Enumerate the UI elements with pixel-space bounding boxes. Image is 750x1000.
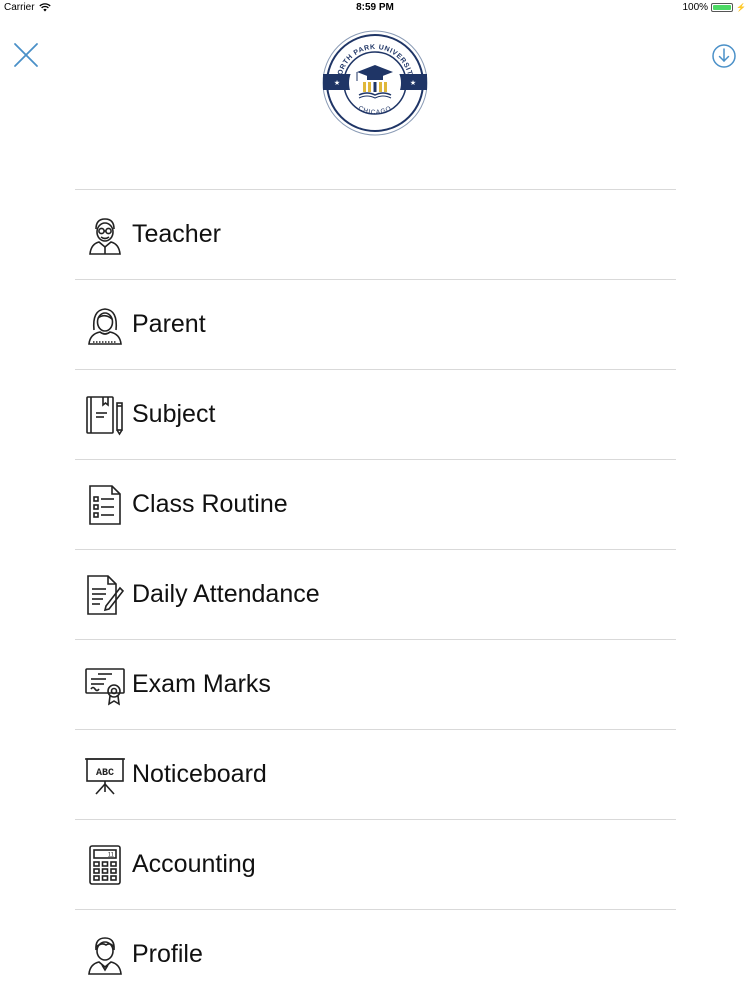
- logo-seal: NORTH PARK UNIVERSITY CHICAGO ★ ★: [322, 30, 428, 136]
- svg-text:★: ★: [410, 79, 416, 87]
- attendance-icon: [84, 574, 126, 616]
- menu-item-subject[interactable]: Subject: [75, 369, 676, 459]
- menu-item-label: Teacher: [132, 220, 221, 248]
- profile-icon: [84, 934, 126, 976]
- menu-item-label: Daily Attendance: [132, 580, 320, 608]
- menu-item-label: Accounting: [132, 850, 256, 878]
- download-icon: [712, 44, 736, 68]
- university-logo: NORTH PARK UNIVERSITY CHICAGO ★ ★: [321, 29, 429, 137]
- book-icon: [84, 394, 126, 436]
- routine-icon: [84, 484, 126, 526]
- menu-item-class-routine[interactable]: Class Routine: [75, 459, 676, 549]
- svg-text:ABC: ABC: [96, 768, 114, 779]
- menu-item-label: Parent: [132, 310, 206, 338]
- certificate-icon: [84, 664, 126, 706]
- parent-icon: [84, 304, 126, 346]
- menu-item-daily-attendance[interactable]: Daily Attendance: [75, 549, 676, 639]
- menu-item-label: Subject: [132, 400, 216, 428]
- menu-item-label: Noticeboard: [132, 760, 267, 788]
- menu-item-accounting[interactable]: 11 Accounting: [75, 819, 676, 909]
- menu-item-parent[interactable]: Parent: [75, 279, 676, 369]
- charging-icon: ⚡: [736, 3, 746, 12]
- battery-icon: [711, 3, 734, 12]
- menu-item-label: Profile: [132, 940, 203, 968]
- noticeboard-icon: ABC: [84, 754, 126, 796]
- menu-item-profile[interactable]: Profile: [75, 909, 676, 999]
- close-icon: [14, 43, 38, 67]
- status-right: 100% ⚡: [682, 2, 746, 13]
- status-bar: Carrier 8:59 PM 100% ⚡: [0, 0, 750, 16]
- menu-item-teacher[interactable]: Teacher: [75, 189, 676, 279]
- download-button[interactable]: [710, 42, 738, 70]
- close-button[interactable]: [12, 41, 40, 69]
- menu-item-noticeboard[interactable]: ABC Noticeboard: [75, 729, 676, 819]
- status-time: 8:59 PM: [356, 2, 394, 13]
- svg-text:★: ★: [334, 79, 340, 87]
- battery-percent: 100%: [682, 2, 709, 13]
- menu-item-label: Exam Marks: [132, 670, 271, 698]
- svg-text:11: 11: [108, 852, 115, 858]
- teacher-icon: [84, 214, 126, 256]
- main-menu: Teacher Parent Subject Class Routine Dai…: [75, 189, 676, 999]
- menu-item-label: Class Routine: [132, 490, 288, 518]
- calculator-icon: 11: [84, 844, 126, 886]
- menu-item-exam-marks[interactable]: Exam Marks: [75, 639, 676, 729]
